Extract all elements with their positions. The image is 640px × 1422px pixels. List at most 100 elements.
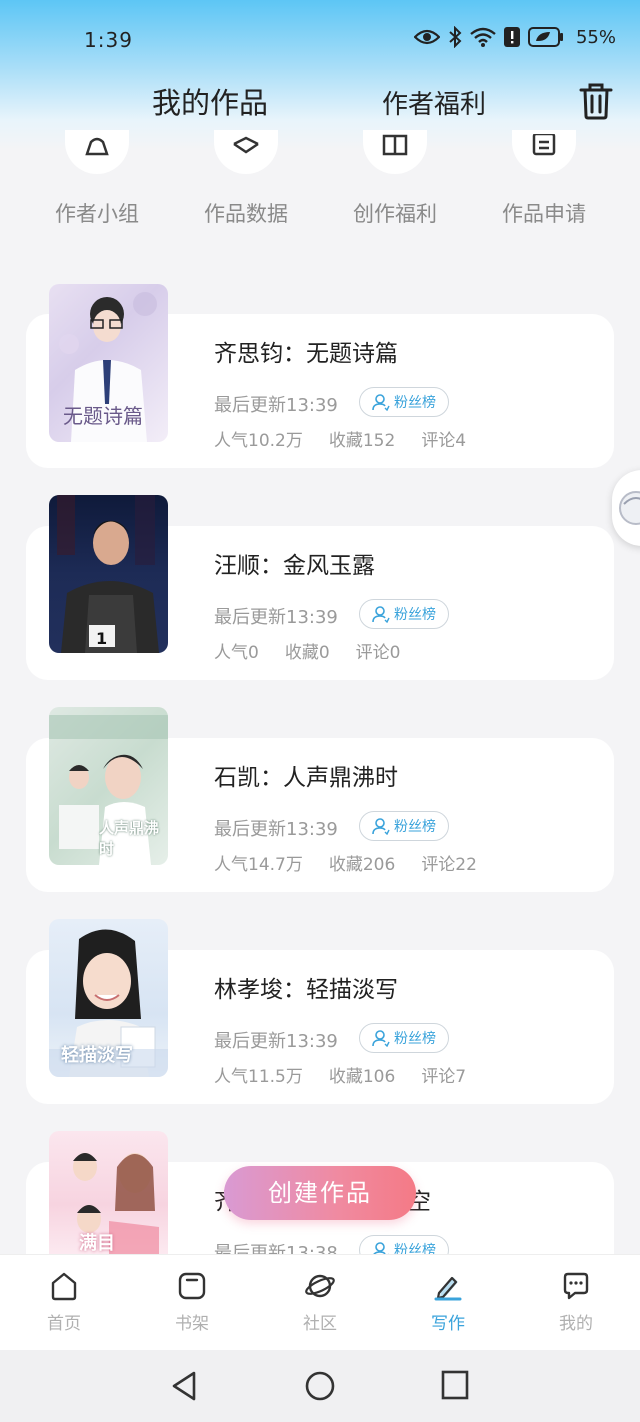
- book-cover[interactable]: 轻描淡写: [49, 919, 168, 1077]
- write-icon: [434, 1276, 462, 1301]
- quick-action-circle: [363, 130, 427, 174]
- book-title: 林孝埈：轻描淡写: [214, 977, 398, 1003]
- status-bar: 1:39 55%: [0, 0, 640, 80]
- comments-count: 评论22: [421, 855, 477, 875]
- book-last-updated: 最后更新13:39: [214, 395, 338, 416]
- cover-illustration: [57, 495, 159, 653]
- nav-label: 书架: [175, 1314, 209, 1334]
- nav-label: 写作: [431, 1314, 465, 1334]
- favorites-count: 收藏152: [328, 431, 396, 451]
- quick-action-creation-welfare[interactable]: 创作福利: [335, 130, 455, 228]
- home-icon: [51, 1272, 77, 1301]
- book-title: 齐思钧：无题诗篇: [214, 341, 398, 367]
- favorites-count: 收藏106: [328, 1067, 396, 1087]
- book-last-updated: 最后更新13:39: [214, 607, 338, 628]
- nav-label: 首页: [47, 1314, 81, 1334]
- book-cover[interactable]: 人声鼎沸时: [49, 707, 168, 865]
- tab-my-works[interactable]: 我的作品: [152, 80, 268, 122]
- book-title: 汪顺：金风玉露: [214, 553, 375, 579]
- fan-ranking-button[interactable]: 粉丝榜: [359, 599, 449, 629]
- tab-author-welfare[interactable]: 作者福利: [382, 84, 486, 121]
- quick-action-author-group[interactable]: 作者小组: [37, 130, 157, 228]
- cover-text: 人声鼎沸时: [99, 819, 160, 858]
- fan-ranking-label: 粉丝榜: [394, 395, 436, 411]
- popularity-count: 人气14.7万: [214, 855, 303, 875]
- delete-button[interactable]: [578, 82, 614, 120]
- bluetooth-icon: [449, 26, 462, 48]
- nav-label: 我的: [559, 1314, 593, 1334]
- user-icon: [372, 606, 390, 623]
- cover-text: 无题诗篇: [63, 404, 143, 428]
- nav-label: 社区: [303, 1314, 337, 1334]
- quick-action-label: 创作福利: [353, 202, 437, 226]
- comments-count: 评论0: [355, 643, 401, 663]
- header-tabs: 我的作品 作者福利: [0, 78, 640, 128]
- quick-action-circle: [512, 130, 576, 174]
- gift-icon: [382, 134, 408, 156]
- book-last-updated: 最后更新13:39: [214, 1031, 338, 1052]
- book-title: 石凯：人声鼎沸时: [214, 765, 398, 791]
- cover-text: 轻描淡写: [61, 1045, 133, 1066]
- bottom-navigation: 首页 书架 社区 写作 我的: [0, 1254, 640, 1350]
- recents-icon[interactable]: [441, 1370, 469, 1400]
- fan-ranking-label: 粉丝榜: [394, 607, 436, 623]
- cover-text: 1: [96, 629, 108, 648]
- book-stats: 人气10.2万 收藏152 评论4: [214, 426, 466, 451]
- back-icon[interactable]: [170, 1370, 198, 1402]
- book-cover[interactable]: 满目: [49, 1131, 168, 1254]
- battery-icon: [527, 27, 563, 47]
- favorites-count: 收藏206: [328, 855, 396, 875]
- quick-action-works-application[interactable]: 作品申请: [484, 130, 604, 228]
- home-circle-icon[interactable]: [304, 1370, 336, 1402]
- quick-action-label: 作品数据: [204, 202, 288, 226]
- cover-text: 满目: [79, 1233, 115, 1254]
- status-icons: 55%: [413, 26, 616, 48]
- quick-action-circle: [65, 130, 129, 174]
- community-icon: [305, 1274, 335, 1298]
- fan-ranking-label: 粉丝榜: [394, 819, 436, 835]
- fan-ranking-button[interactable]: 粉丝榜: [359, 1023, 449, 1053]
- quick-action-works-data[interactable]: 作品数据: [186, 130, 306, 228]
- bookshelf-icon: [178, 1272, 206, 1300]
- fan-ranking-label: 粉丝榜: [394, 1031, 436, 1047]
- battery-percentage: 55%: [575, 26, 616, 48]
- popularity-count: 人气0: [214, 643, 259, 663]
- book-cover[interactable]: 1: [49, 495, 168, 653]
- data-icon: [233, 136, 259, 154]
- floating-avatar-icon: [619, 491, 640, 525]
- eye-icon: [413, 29, 440, 45]
- nav-item-write[interactable]: 写作: [408, 1271, 488, 1334]
- create-work-button[interactable]: 创建作品: [224, 1166, 416, 1220]
- floating-assistant-button[interactable]: [612, 470, 640, 546]
- book-last-updated: 最后更新13:39: [214, 819, 338, 840]
- comments-count: 评论7: [421, 1067, 467, 1087]
- user-icon: [372, 1030, 390, 1047]
- application-icon: [532, 134, 556, 156]
- book-cover[interactable]: 无题诗篇: [49, 284, 168, 442]
- user-icon: [372, 394, 390, 411]
- nav-item-community[interactable]: 社区: [280, 1271, 360, 1334]
- group-icon: [85, 137, 109, 156]
- nav-item-profile[interactable]: 我的: [536, 1271, 616, 1334]
- favorites-count: 收藏0: [284, 643, 330, 663]
- fan-ranking-button[interactable]: 粉丝榜: [359, 387, 449, 417]
- fan-ranking-button[interactable]: 粉丝榜: [359, 811, 449, 841]
- user-icon: [372, 818, 390, 835]
- book-stats: 人气11.5万 收藏106 评论7: [214, 1062, 466, 1087]
- system-navigation-bar: [0, 1350, 640, 1422]
- quick-action-circle: [214, 130, 278, 174]
- popularity-count: 人气10.2万: [214, 431, 303, 451]
- quick-action-label: 作者小组: [55, 202, 139, 226]
- status-time: 1:39: [84, 28, 133, 52]
- quick-action-label: 作品申请: [502, 202, 586, 226]
- profile-icon: [563, 1272, 589, 1300]
- comments-count: 评论4: [421, 431, 467, 451]
- popularity-count: 人气11.5万: [214, 1067, 303, 1087]
- book-stats: 人气14.7万 收藏206 评论22: [214, 850, 477, 875]
- trash-icon: [579, 83, 613, 120]
- alert-icon: [503, 27, 520, 47]
- nav-item-bookshelf[interactable]: 书架: [152, 1271, 232, 1334]
- wifi-icon: [470, 27, 496, 47]
- quick-actions: 作者小组 作品数据 创作福利 作品申请: [0, 130, 640, 230]
- nav-item-home[interactable]: 首页: [24, 1271, 104, 1334]
